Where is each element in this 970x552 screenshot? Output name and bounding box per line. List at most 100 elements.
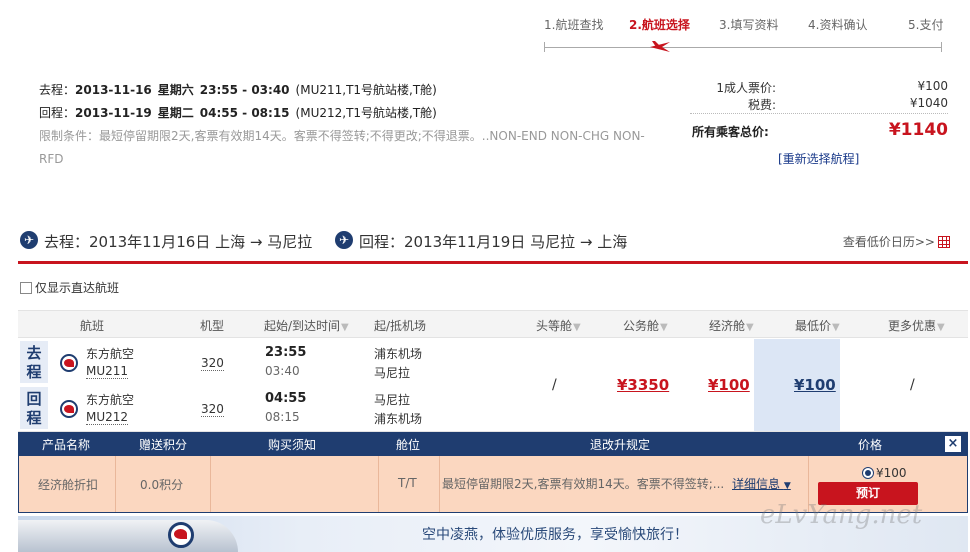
total-price: ¥1140 (888, 120, 948, 140)
fare-radio[interactable] (862, 467, 874, 479)
departure-plane-icon: ✈ (20, 231, 38, 249)
col-aircraft: 机型 (200, 319, 225, 333)
inbound-prefix: 回程： (39, 106, 76, 120)
col-price: 价格 (858, 438, 883, 452)
col-cabin: 舱位 (396, 438, 421, 452)
flight-number[interactable]: MU212 (86, 410, 129, 425)
airline-name: 东方航空 (86, 347, 135, 361)
sort-arrow-icon: ▼ (937, 322, 945, 333)
product-cell (211, 456, 379, 512)
outbound-prefix: 去程： (39, 83, 76, 97)
booking-progress: 1.航班查找 2.航班选择 3.填写资料 4.资料确认 5.支付 (540, 14, 950, 56)
col-points: 赠送积分 (139, 438, 188, 452)
product-points: 0.0积分 (140, 478, 184, 492)
arrival-airport: 马尼拉 (374, 366, 411, 380)
col-product-name: 产品名称 (42, 438, 91, 452)
col-more[interactable]: 更多优惠▼ (888, 317, 945, 334)
product-price: ¥100 (876, 466, 907, 480)
col-business-label: 公务舱 (623, 319, 660, 333)
direct-only-checkbox[interactable] (20, 282, 32, 294)
step-search: 1.航班查找 (544, 18, 604, 32)
product-table-header: 产品名称 赠送积分 购买须知 舱位 退改升规定 价格 × (18, 432, 968, 456)
col-time-label: 起始/到达时间 (264, 319, 341, 333)
lowest-price[interactable]: ¥100 (794, 376, 836, 394)
col-time[interactable]: 起始/到达时间▼ (264, 317, 349, 334)
reselect-link[interactable]: [重新选择航程] (778, 150, 859, 167)
banner-slogan: 空中凌燕，体验优质服务，享受愉快旅行！ (422, 527, 688, 543)
inbound-time: 04:55 - 08:15 (199, 106, 290, 120)
calendar-link-label: 查看低价日历>> (842, 235, 935, 249)
detail-info-link[interactable]: 详细信息 ▼ (732, 475, 791, 492)
col-lowest-label: 最低价 (795, 319, 832, 333)
airline-name: 东方航空 (86, 393, 135, 407)
tax-label: 税费: (747, 98, 776, 112)
close-button[interactable]: × (944, 435, 962, 453)
arrival-time: 03:40 (265, 364, 300, 378)
col-rules: 退改升规定 (590, 438, 651, 452)
sort-arrow-icon: ▼ (746, 322, 754, 333)
fare-label: 1成人票价: (716, 81, 776, 95)
col-notice: 购买须知 (268, 438, 317, 452)
departure-time: 23:55 (265, 345, 307, 360)
outbound-weekday: 星期六 (157, 83, 194, 97)
order-summary: 去程：2013-11-16 星期六 23:55 - 03:40 (MU211,T1号航… (24, 68, 949, 180)
site-watermark: eLvYang.net (760, 500, 923, 530)
step-select: 2.航班选择 (629, 18, 690, 32)
outbound-summary: 去程：2013-11-16 星期六 23:55 - 03:40 (MU211,T1号航… (39, 81, 437, 98)
aircraft-type[interactable]: 320 (201, 356, 224, 371)
calendar-icon (938, 236, 950, 248)
departure-airport: 马尼拉 (374, 393, 411, 407)
direct-only-filter[interactable]: 仅显示直达航班 (20, 279, 119, 296)
col-economy[interactable]: 经济舱▼ (709, 317, 754, 334)
departure-time: 04:55 (265, 391, 307, 406)
product-rules: 最短停留期限2天,客票有效期14天。客票不得签转;... (442, 477, 725, 491)
outbound-date: 2013-11-16 (75, 83, 152, 97)
more-offers-price: / (910, 377, 915, 393)
price-divider (690, 113, 948, 114)
progress-tick (941, 42, 942, 52)
sort-arrow-icon: ▼ (573, 322, 581, 333)
flight-number[interactable]: MU211 (86, 364, 129, 379)
inbound-route: 回程：2013年11月19日 马尼拉 → 上海 (359, 233, 628, 251)
arrival-time: 08:15 (265, 410, 300, 424)
col-economy-label: 经济舱 (709, 319, 746, 333)
direction-tag-inbound: 回程 (20, 387, 48, 429)
fare-value: ¥100 (917, 79, 948, 93)
direct-only-label: 仅显示直达航班 (35, 281, 120, 295)
departure-airport: 浦东机场 (374, 347, 423, 361)
route-divider (18, 261, 968, 264)
col-first[interactable]: 头等舱▼ (536, 317, 581, 334)
chevron-down-icon: ▼ (783, 481, 791, 491)
route-header: ✈ 去程：2013年11月16日 上海 → 马尼拉 ✈ 回程：2013年11月1… (18, 228, 968, 264)
step-pay: 5.支付 (908, 18, 944, 32)
airline-logo-icon (60, 400, 78, 418)
aircraft-type[interactable]: 320 (201, 402, 224, 417)
return-plane-icon: ✈ (335, 231, 353, 249)
flight-table-header: 航班 机型 起始/到达时间▼ 起/抵机场 头等舱▼ 公务舱▼ 经济舱▼ 最低价▼… (18, 310, 968, 338)
arrival-airport: 浦东机场 (374, 412, 423, 426)
low-price-calendar-link[interactable]: 查看低价日历>> (843, 233, 950, 250)
sort-arrow-icon: ▼ (341, 322, 349, 333)
price-summary: 1成人票价: ¥100 税费: ¥1040 所有乘客总价: ¥1140 [重新选… (690, 68, 948, 176)
sort-arrow-icon: ▼ (832, 322, 840, 333)
current-step-plane-icon (650, 41, 670, 52)
inbound-detail: (MU212,T1号航站楼,T舱) (295, 106, 437, 120)
banner-plane-image (18, 520, 238, 552)
direction-tag-outbound: 去程 (20, 341, 48, 383)
total-label: 所有乘客总价: (692, 125, 769, 139)
col-business[interactable]: 公务舱▼ (623, 317, 668, 334)
step-fill: 3.填写资料 (719, 18, 779, 32)
restriction-text: 限制条件：最短停留期限2天,客票有效期14天。客票不得签转;不得更改;不得退票。… (39, 129, 645, 166)
outbound-route: 去程：2013年11月16日 上海 → 马尼拉 (44, 233, 313, 251)
inbound-weekday: 星期二 (157, 106, 194, 120)
col-lowest[interactable]: 最低价▼ (795, 317, 840, 334)
business-class-price[interactable]: ¥3350 (617, 376, 669, 394)
tax-value: ¥1040 (909, 96, 948, 110)
inbound-date: 2013-11-19 (75, 106, 152, 120)
col-more-label: 更多优惠 (888, 319, 937, 333)
fare-option[interactable]: ¥100 (862, 466, 907, 480)
airline-logo-icon (168, 522, 194, 548)
airline-logo-icon (60, 354, 78, 372)
economy-class-price[interactable]: ¥100 (708, 376, 750, 394)
product-name: 经济舱折扣 (38, 478, 99, 492)
